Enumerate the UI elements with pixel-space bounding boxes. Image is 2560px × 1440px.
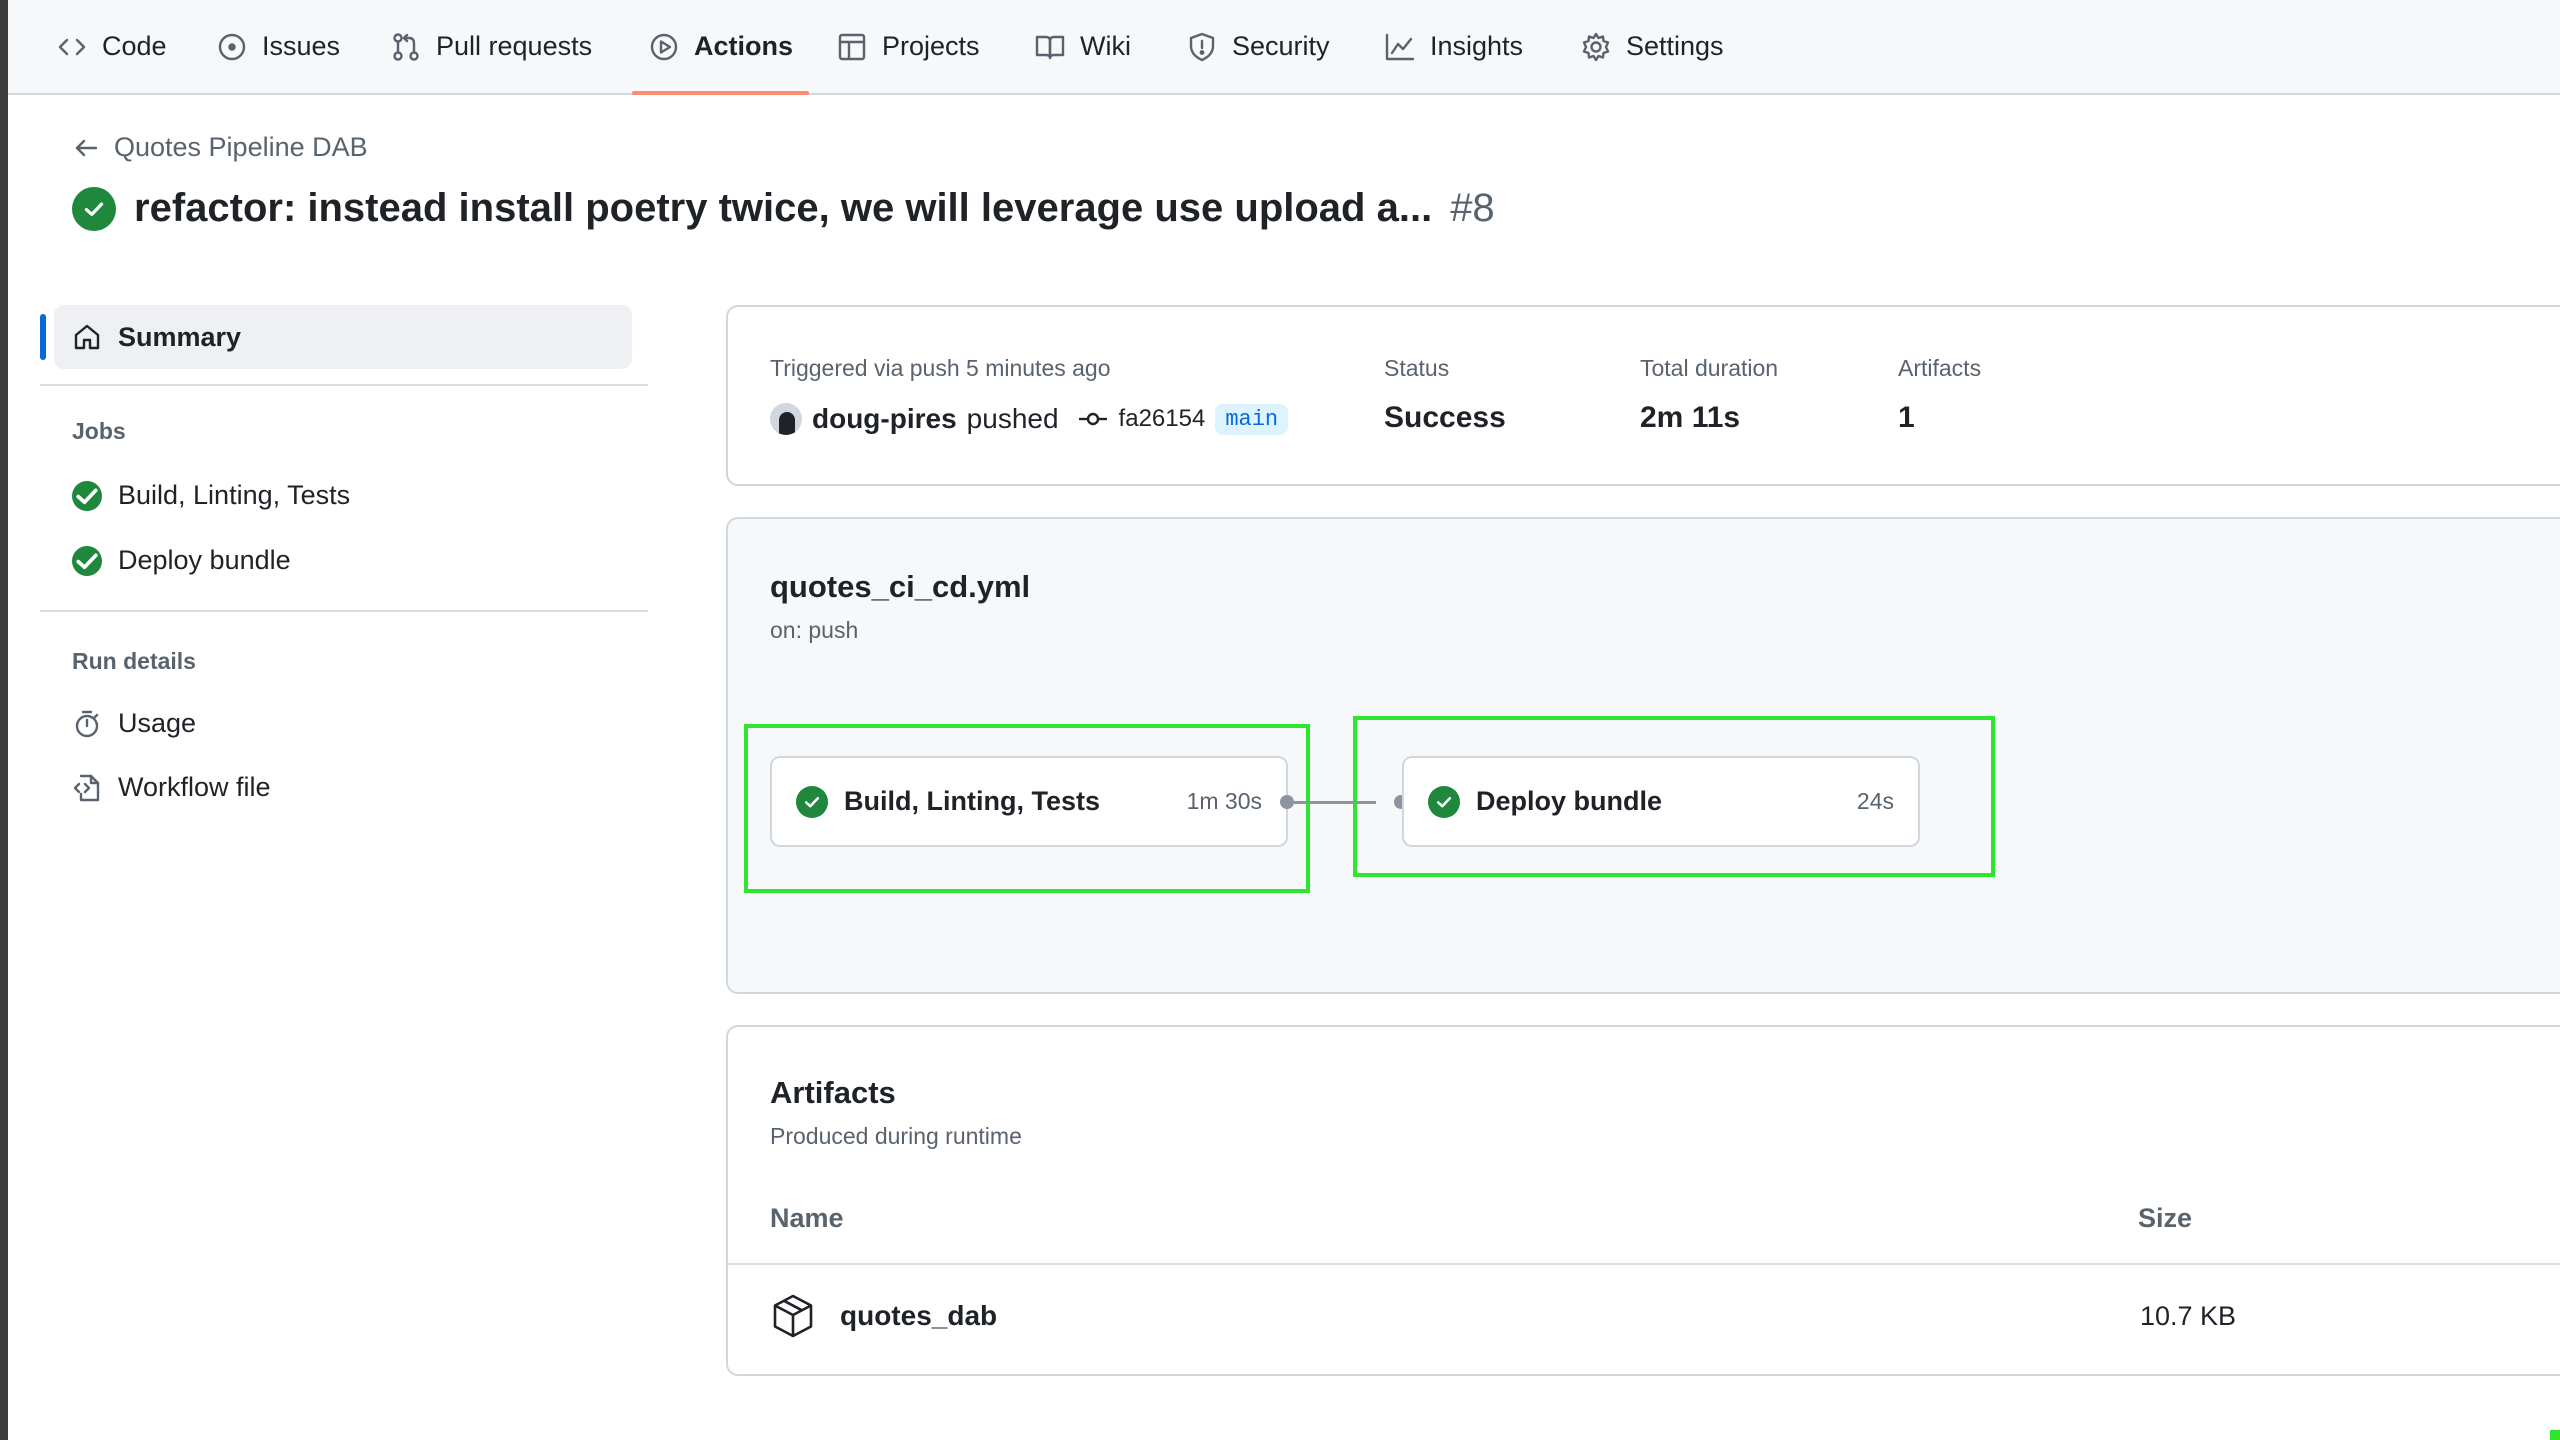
arrow-left-icon — [75, 139, 98, 156]
shield-icon — [1189, 32, 1215, 61]
tab-actions-label: Actions — [694, 31, 794, 61]
tab-insights-label: Insights — [1430, 31, 1524, 61]
job-duration: 24s — [1856, 788, 1894, 814]
artifacts-count-value[interactable]: 1 — [1898, 401, 1915, 435]
duration-label: Total duration — [1640, 355, 1779, 381]
run-details-heading: Run details — [72, 648, 196, 674]
sidebar-workflow-file-label: Workflow file — [118, 772, 271, 802]
column-header-name: Name — [770, 1203, 844, 1233]
triggered-label: Triggered via push 5 minutes ago — [770, 355, 1111, 381]
avatar — [770, 403, 802, 435]
tab-wiki-label: Wiki — [1080, 31, 1131, 61]
artifacts-panel: Artifacts Produced during runtime Name S… — [726, 1025, 2560, 1376]
back-link[interactable]: Quotes Pipeline DAB — [72, 132, 368, 163]
status-value: Success — [1384, 401, 1506, 434]
connector-dot — [1280, 795, 1294, 809]
workflow-graph-panel: quotes_ci_cd.yml on: push Build, Linting… — [726, 517, 2560, 994]
artifact-name-link[interactable]: quotes_dab — [840, 1300, 997, 1332]
success-check-icon — [796, 785, 828, 818]
actor-link[interactable]: doug-pires — [812, 403, 957, 435]
job-duration: 1m 30s — [1186, 788, 1262, 814]
tab-code[interactable]: Code — [56, 0, 167, 93]
sidebar-item-summary[interactable]: Summary — [54, 305, 632, 369]
run-summary-panel: Triggered via push 5 minutes ago doug-pi… — [726, 305, 2560, 486]
tab-settings[interactable]: Settings — [1580, 0, 1724, 93]
pull-request-icon — [393, 32, 419, 61]
job-name: Build, Linting, Tests — [844, 786, 1100, 816]
sidebar-item-workflow-file[interactable]: Workflow file — [72, 772, 271, 803]
tab-pull-requests[interactable]: Pull requests — [390, 0, 592, 93]
sidebar-job-label: Deploy bundle — [118, 545, 291, 575]
sidebar-job-label: Build, Linting, Tests — [118, 480, 351, 510]
book-icon — [1035, 35, 1065, 59]
run-number: #8 — [1450, 186, 1495, 230]
success-check-icon — [1428, 785, 1460, 818]
success-check-icon — [72, 545, 102, 576]
file-code-icon — [73, 774, 100, 801]
sidebar-job-build[interactable]: Build, Linting, Tests — [72, 480, 350, 511]
sidebar-job-deploy[interactable]: Deploy bundle — [72, 545, 291, 576]
workflow-trigger: on: push — [770, 617, 859, 643]
artifacts-count-label: Artifacts — [1898, 355, 1982, 381]
tab-issues[interactable]: Issues — [216, 0, 340, 93]
sidebar-usage-label: Usage — [118, 708, 197, 738]
tab-wiki[interactable]: Wiki — [1034, 0, 1131, 93]
table-divider — [728, 1263, 2560, 1265]
tab-insights[interactable]: Insights — [1384, 0, 1523, 93]
tab-projects[interactable]: Projects — [836, 0, 980, 93]
home-icon — [74, 324, 100, 350]
jobs-heading: Jobs — [72, 418, 126, 444]
window-left-edge — [0, 0, 8, 1440]
back-link-label: Quotes Pipeline DAB — [114, 132, 368, 162]
issue-icon — [218, 33, 246, 60]
gear-icon — [1582, 32, 1610, 61]
sidebar-summary-label: Summary — [118, 321, 242, 352]
sidebar-item-usage[interactable]: Usage — [72, 708, 196, 739]
tab-settings-label: Settings — [1626, 31, 1724, 61]
package-icon — [773, 1294, 813, 1338]
commit-icon — [1078, 412, 1107, 426]
tab-issues-label: Issues — [262, 31, 341, 61]
run-title-text: refactor: instead install poetry twice, … — [134, 186, 1433, 230]
actions-icon — [650, 33, 678, 60]
status-label: Status — [1384, 355, 1450, 381]
trigger-details: doug-pires pushed fa26154 main — [770, 403, 1289, 435]
branch-label[interactable]: main — [1215, 403, 1289, 435]
job-connector — [1294, 801, 1376, 804]
sidebar-divider — [40, 610, 648, 612]
artifacts-title: Artifacts — [770, 1075, 896, 1110]
code-icon — [58, 38, 86, 55]
tab-security-label: Security — [1232, 31, 1330, 61]
job-card-build[interactable]: Build, Linting, Tests 1m 30s — [770, 756, 1288, 847]
column-header-size: Size — [2138, 1203, 2193, 1233]
run-title: refactor: instead install poetry twice, … — [72, 186, 1495, 231]
push-action: pushed — [966, 403, 1059, 434]
projects-icon — [838, 33, 866, 60]
tab-pull-requests-label: Pull requests — [436, 31, 593, 61]
artifact-size: 10.7 KB — [2140, 1301, 2237, 1331]
table-row: quotes_dab — [770, 1293, 997, 1339]
tab-projects-label: Projects — [882, 31, 980, 61]
tab-security[interactable]: Security — [1186, 0, 1330, 93]
success-check-icon — [72, 186, 116, 231]
corner-marker — [2550, 1430, 2560, 1440]
tab-actions[interactable]: Actions — [631, 0, 810, 95]
commit-sha[interactable]: fa26154 — [1119, 405, 1206, 433]
success-check-icon — [72, 480, 102, 511]
sidebar-divider — [40, 384, 648, 386]
job-card-deploy[interactable]: Deploy bundle 24s — [1402, 756, 1920, 847]
artifacts-subtitle: Produced during runtime — [770, 1123, 1022, 1149]
stopwatch-icon — [75, 710, 99, 737]
job-name: Deploy bundle — [1476, 786, 1663, 816]
summary-active-indicator — [40, 314, 46, 360]
tab-code-label: Code — [102, 31, 167, 61]
workflow-file-name[interactable]: quotes_ci_cd.yml — [770, 569, 1030, 605]
graph-icon — [1385, 33, 1415, 60]
duration-value: 2m 11s — [1640, 401, 1741, 434]
repo-nav: Code Issues Pull requests Actions Projec… — [8, 0, 2560, 95]
